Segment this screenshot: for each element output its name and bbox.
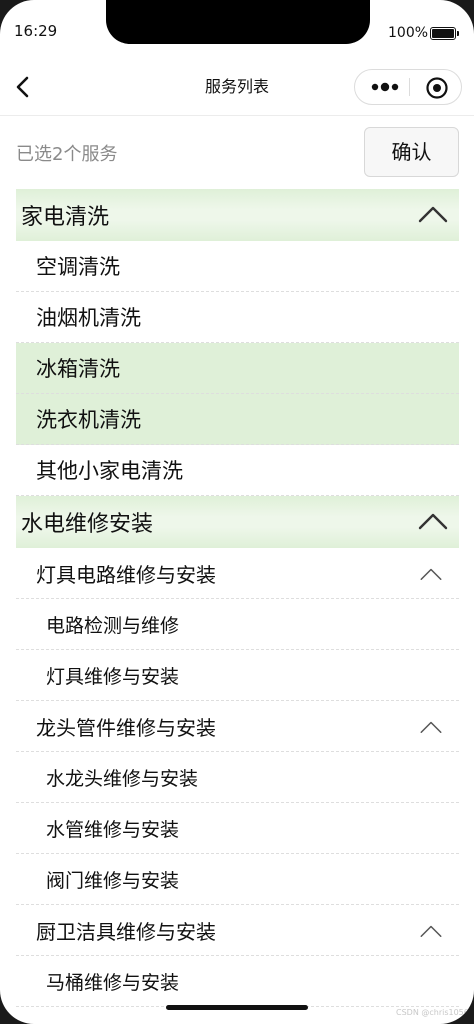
service-item[interactable]: 洗衣机清洗	[16, 394, 459, 445]
capsule-divider	[409, 78, 410, 96]
device-notch	[106, 0, 370, 44]
category-header-label: 水电维修安装	[21, 512, 154, 537]
chevron-up-icon[interactable]	[419, 718, 443, 736]
navigation-bar: 服务列表	[0, 58, 474, 116]
subcategory-header-label: 龙头管件维修与安装	[36, 715, 216, 740]
service-item-label: 油烟机清洗	[36, 306, 141, 330]
category-header-label: 家电清洗	[21, 205, 110, 230]
service-item[interactable]: 冰箱清洗	[16, 343, 459, 394]
service-item-label: 阀门维修与安装	[46, 869, 180, 892]
service-item-label: 电路检测与维修	[46, 614, 180, 637]
subcategory-header[interactable]: 灯具电路维修与安装	[16, 548, 459, 599]
service-item-label: 水龙头维修与安装	[46, 767, 199, 790]
subcategory-header[interactable]: 厨卫洁具维修与安装	[16, 905, 459, 956]
service-item[interactable]: 水管维修与安装	[16, 803, 459, 854]
service-item-label: 水管维修与安装	[46, 818, 180, 841]
confirm-button[interactable]: 确认	[364, 127, 459, 177]
service-item[interactable]: 灯具维修与安装	[16, 650, 459, 701]
watermark: CSDN @chris1056	[396, 1008, 469, 1017]
service-item-label: 马桶维修与安装	[46, 971, 180, 994]
service-item[interactable]: 油烟机清洗	[16, 292, 459, 343]
service-item-label: 空调清洗	[36, 255, 120, 279]
service-item-label: 洗衣机清洗	[36, 408, 141, 432]
service-list: 家电清洗空调清洗油烟机清洗冰箱清洗洗衣机清洗其他小家电清洗水电维修安装灯具电路维…	[16, 189, 459, 1007]
chevron-up-icon[interactable]	[417, 203, 449, 225]
service-item[interactable]: 电路检测与维修	[16, 599, 459, 650]
subcategory-header-label: 厨卫洁具维修与安装	[36, 919, 216, 944]
subcategory-header[interactable]: 龙头管件维修与安装	[16, 701, 459, 752]
more-dots-icon[interactable]	[367, 70, 403, 104]
service-item[interactable]: 空调清洗	[16, 241, 459, 292]
mini-program-capsule	[354, 69, 462, 105]
battery-icon	[430, 27, 459, 40]
service-item-label: 冰箱清洗	[36, 357, 120, 381]
chevron-up-icon[interactable]	[419, 565, 443, 583]
home-indicator	[166, 1005, 308, 1010]
status-time: 16:29	[14, 22, 58, 40]
chevron-up-icon[interactable]	[419, 922, 443, 940]
category-header[interactable]: 家电清洗	[16, 189, 459, 241]
battery-percent: 100%	[388, 25, 429, 41]
service-item-label: 灯具维修与安装	[46, 665, 180, 688]
service-item[interactable]: 阀门维修与安装	[16, 854, 459, 905]
phone-screen: 16:29 100% 服务列表 已选2个服务 确认 家电清洗空调清洗油烟机清洗冰…	[0, 0, 474, 1024]
chevron-up-icon[interactable]	[417, 510, 449, 532]
chevron-left-icon[interactable]	[10, 72, 40, 102]
target-icon[interactable]	[425, 76, 449, 100]
status-bar: 16:29 100%	[0, 0, 474, 58]
service-item[interactable]: 其他小家电清洗	[16, 445, 459, 496]
service-item[interactable]: 马桶维修与安装	[16, 956, 459, 1007]
selected-count: 已选2个服务	[16, 144, 118, 165]
category-header[interactable]: 水电维修安装	[16, 496, 459, 548]
service-item-label: 其他小家电清洗	[36, 459, 183, 483]
subcategory-header-label: 灯具电路维修与安装	[36, 562, 216, 587]
service-item[interactable]: 水龙头维修与安装	[16, 752, 459, 803]
